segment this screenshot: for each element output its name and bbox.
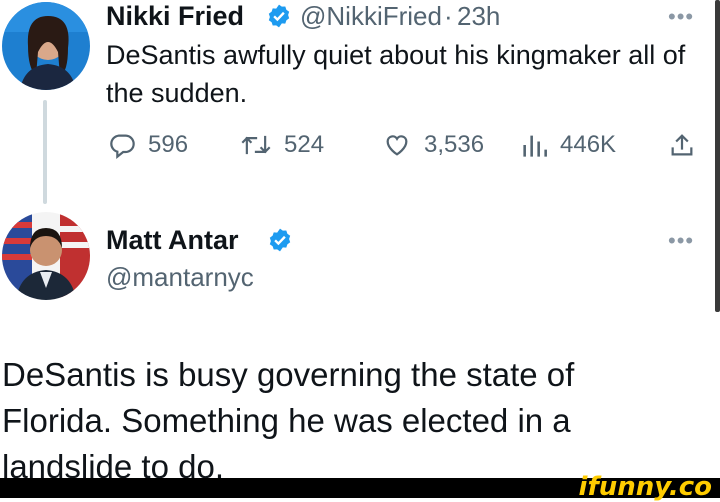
like-count: 3,536 [424,131,485,158]
reply-author-handle[interactable]: @mantarnyc [106,261,254,293]
like-icon [386,135,408,156]
author-handle[interactable]: @NikkiFried [300,0,442,32]
more-icon[interactable]: ••• [668,230,694,252]
retweet-count: 524 [284,131,325,158]
avatar-nikki-fried[interactable] [2,2,90,90]
tweet-time[interactable]: 23h [457,0,500,32]
tweet-text: DeSantis awfully quiet about his kingmak… [106,40,686,108]
separator-dot: · [444,1,453,31]
reply-count: 596 [148,131,189,158]
reply-button[interactable]: 596 [108,128,188,162]
views-count: 446K [560,131,617,158]
views-button[interactable]: 446K [520,128,616,162]
share-button[interactable] [668,128,708,162]
reply-author-name[interactable]: Matt Antar [106,224,239,256]
thread-line [43,100,47,204]
scrollbar[interactable] [715,0,720,312]
more-icon[interactable]: ••• [668,6,694,28]
reply-text: DeSantis is busy governing the state of … [2,356,575,485]
views-icon [523,135,547,157]
reply-icon [110,134,135,159]
verified-badge-icon [268,4,290,28]
share-icon [671,134,693,156]
verified-badge-icon [269,228,291,252]
retweet-icon [241,135,271,155]
like-button[interactable]: 3,536 [382,128,484,162]
avatar-matt-antar[interactable] [2,212,90,300]
author-name[interactable]: Nikki Fried [106,0,244,32]
retweet-button[interactable]: 524 [240,128,324,162]
